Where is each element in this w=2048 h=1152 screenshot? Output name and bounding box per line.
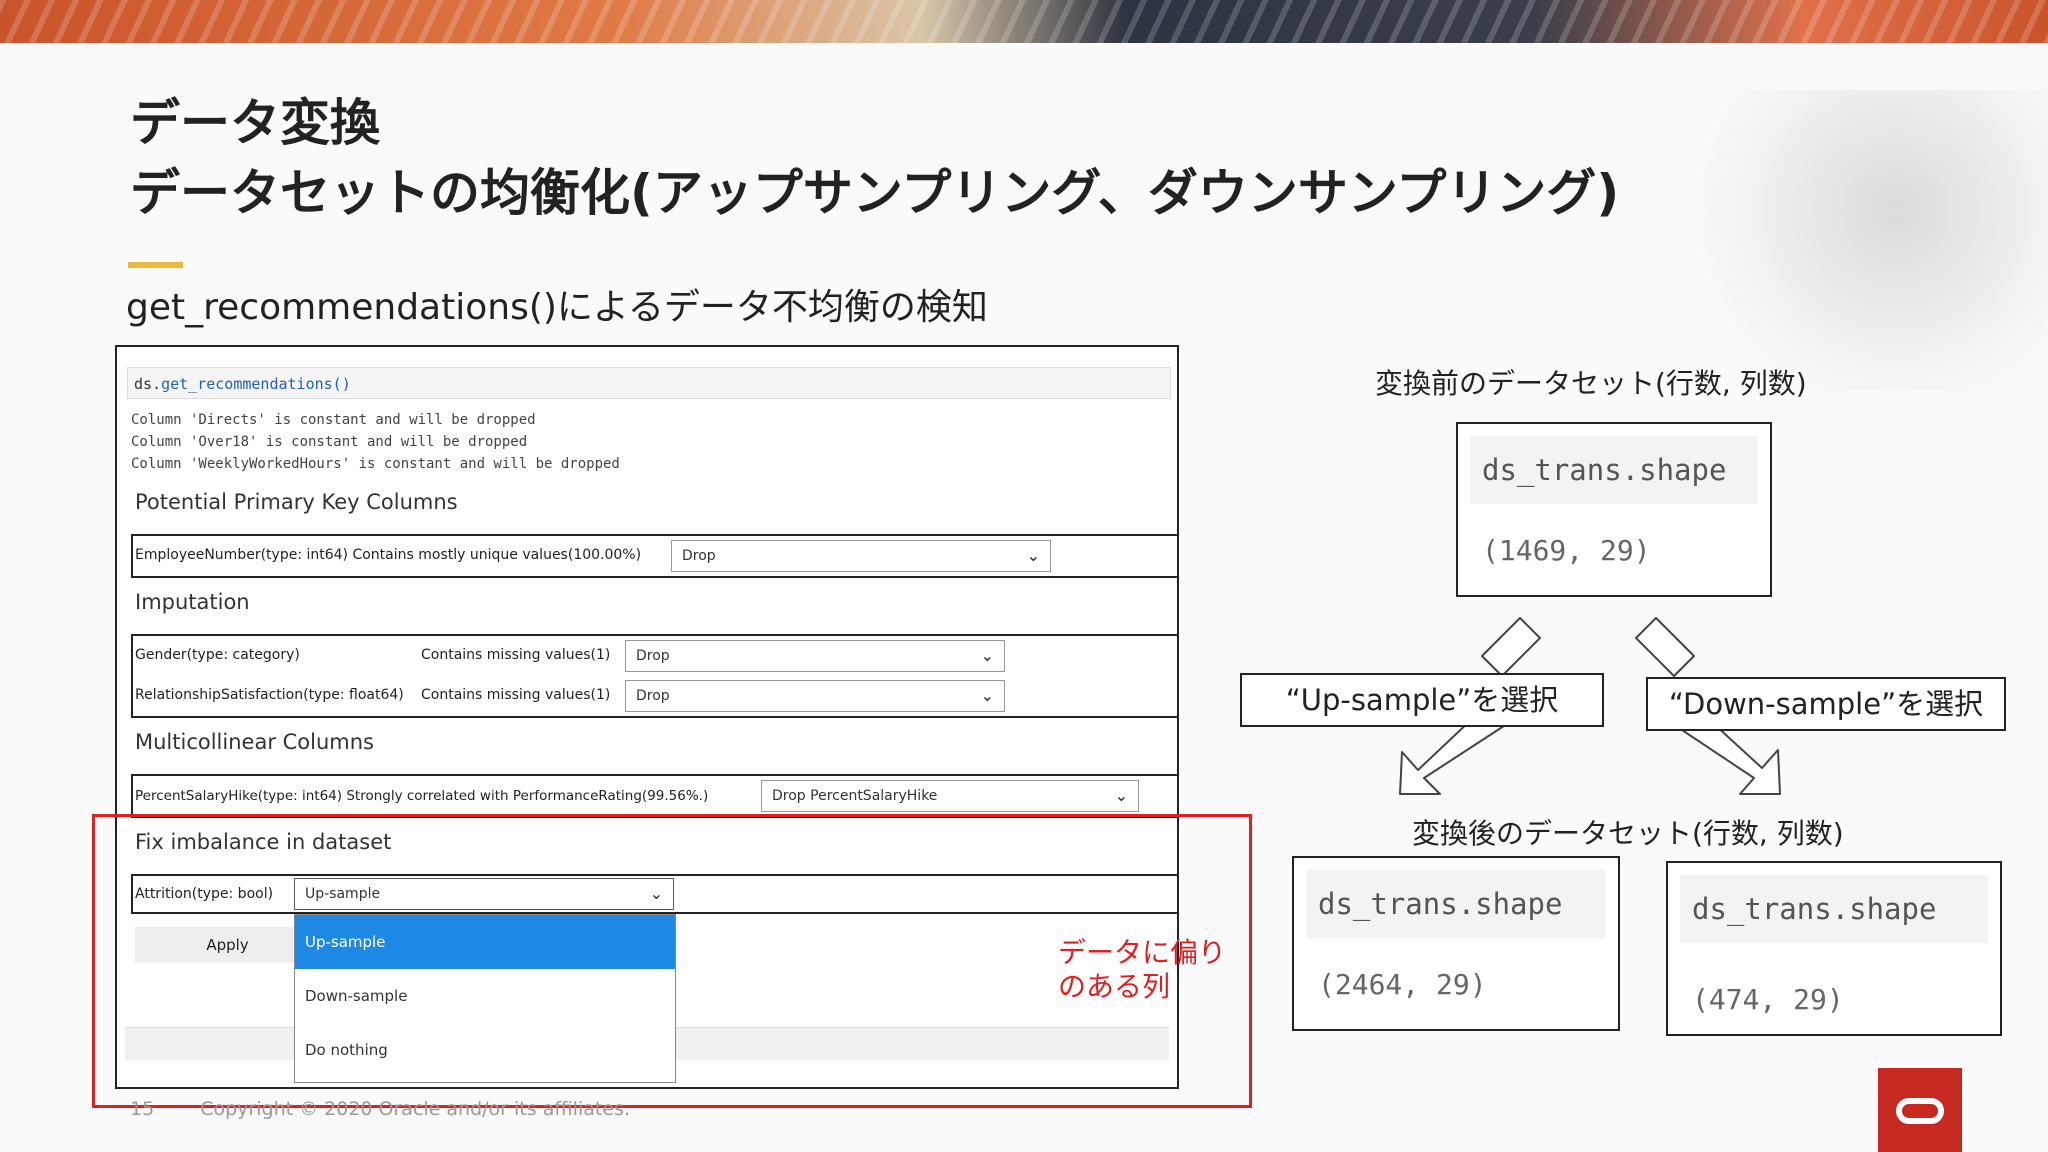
output-line: Column 'Over18' is constant and will be … <box>131 434 528 450</box>
imputation-select-relationship[interactable]: Drop ⌄ <box>625 680 1005 712</box>
primary-key-select[interactable]: Drop ⌄ <box>671 540 1051 572</box>
output-line: Column 'WeeklyWorkedHours' is constant a… <box>131 456 620 472</box>
page-number: 15 <box>130 1098 155 1120</box>
chevron-down-icon: ⌄ <box>1026 546 1040 565</box>
section-heading-primary-key: Potential Primary Key Columns <box>135 490 458 514</box>
chevron-down-icon: ⌄ <box>980 686 994 705</box>
arrow-up-sample-top <box>1481 617 1541 677</box>
imputation-label: Gender(type: category) <box>135 647 300 663</box>
chevron-down-icon: ⌄ <box>980 646 994 665</box>
slide-footer: 15 Copyright © 2020 Oracle and/or its af… <box>130 1098 630 1120</box>
down-sample-choice: “Down-sample”を選択 <box>1646 677 2006 731</box>
primary-key-label: EmployeeNumber(type: int64) Contains mos… <box>135 547 642 563</box>
title-line-2: データセットの均衡化(アップサンプリング、ダウンサンプリング) <box>130 164 1620 222</box>
after-up-shape-output: (2464, 29) <box>1318 968 1487 1001</box>
before-shape-panel: ds_trans.shape (1469, 29) <box>1456 422 1772 597</box>
imputation-reason: Contains missing values(1) <box>421 687 611 703</box>
code-object: ds. <box>134 375 162 393</box>
select-value: Drop <box>682 548 716 564</box>
imputation-reason: Contains missing values(1) <box>421 647 611 663</box>
section-heading-imputation: Imputation <box>135 590 250 614</box>
after-up-shape-code: ds_trans.shape <box>1306 870 1606 938</box>
select-value: Drop PercentSalaryHike <box>772 788 938 804</box>
slide-subtitle: get_recommendations()によるデータ不均衡の検知 <box>126 287 988 328</box>
imputation-select-gender[interactable]: Drop ⌄ <box>625 640 1005 672</box>
oracle-logo <box>1878 1068 1962 1152</box>
up-sample-choice: “Up-sample”を選択 <box>1240 673 1604 727</box>
multicollinear-row: PercentSalaryHike(type: int64) Strongly … <box>131 774 1177 818</box>
annotation-line-2: のある列 <box>1058 970 1171 1003</box>
decorative-pattern <box>1668 90 2048 390</box>
before-shape-output: (1469, 29) <box>1482 534 1651 567</box>
annotation-line-1: データに偏り <box>1058 936 1227 969</box>
code-cell[interactable]: ds.get_recommendations() <box>127 367 1171 399</box>
copyright: Copyright © 2020 Oracle and/or its affil… <box>200 1098 630 1120</box>
imbalance-annotation: データに偏り のある列 <box>1058 936 1226 1004</box>
imputation-label: RelationshipSatisfaction(type: float64) <box>135 687 404 703</box>
title-underline <box>128 262 183 268</box>
arrow-down-sample-top <box>1635 617 1695 677</box>
section-heading-multicollinear: Multicollinear Columns <box>135 730 374 754</box>
primary-key-row: EmployeeNumber(type: int64) Contains mos… <box>131 534 1177 578</box>
chevron-down-icon: ⌄ <box>1114 786 1128 805</box>
output-line: Column 'Directs' is constant and will be… <box>131 412 536 428</box>
cell-output: Column 'Directs' is constant and will be… <box>131 409 620 475</box>
select-value: Drop <box>636 648 670 664</box>
before-label: 変換前のデータセット(行数, 列数) <box>1375 367 1807 400</box>
after-up-shape-panel: ds_trans.shape (2464, 29) <box>1292 856 1620 1031</box>
slide-title: データ変換 データセットの均衡化(アップサンプリング、ダウンサンプリング) <box>130 88 1619 228</box>
title-line-1: データ変換 <box>130 94 380 152</box>
after-label: 変換後のデータセット(行数, 列数) <box>1412 817 1844 850</box>
after-down-shape-output: (474, 29) <box>1692 983 1844 1016</box>
code-function: get_recommendations() <box>161 375 351 393</box>
oracle-ring-icon <box>1896 1098 1944 1124</box>
imputation-rows: Gender(type: category) Contains missing … <box>131 634 1177 718</box>
multicollinear-label: PercentSalaryHike(type: int64) Strongly … <box>135 788 709 804</box>
header-banner-pattern <box>0 0 2048 43</box>
select-value: Drop <box>636 688 670 704</box>
before-shape-code: ds_trans.shape <box>1470 436 1758 504</box>
after-down-shape-panel: ds_trans.shape (474, 29) <box>1666 861 2002 1036</box>
multicollinear-select[interactable]: Drop PercentSalaryHike ⌄ <box>761 780 1139 812</box>
after-down-shape-code: ds_trans.shape <box>1680 875 1988 943</box>
